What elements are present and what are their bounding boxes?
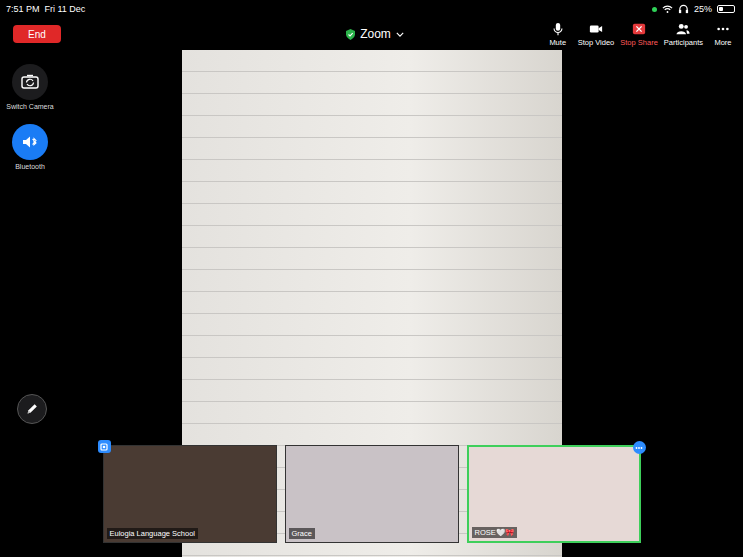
toolbar-action[interactable]: Participants: [664, 22, 703, 47]
shield-icon: [346, 29, 355, 40]
participant-name: Eulogia Language School: [107, 528, 199, 539]
more-icon: [716, 22, 730, 36]
pin-badge-icon[interactable]: [98, 440, 111, 453]
wifi-icon: [662, 4, 673, 14]
headphones-icon: [678, 4, 689, 14]
switch-camera-icon: [20, 72, 40, 92]
battery-percent: 25%: [694, 4, 712, 14]
tile-menu-badge-icon[interactable]: [633, 441, 646, 454]
toolbar: End Zoom Mute Stop Video Stop Share Part…: [0, 18, 743, 50]
toolbar-action[interactable]: More: [709, 22, 737, 47]
participants-icon: [676, 22, 690, 36]
video-camera-icon: [589, 22, 603, 36]
video-strip: Eulogia Language School Grace ROSE🤍🎀: [0, 445, 743, 543]
annotate-button[interactable]: [17, 394, 47, 424]
side-control[interactable]: Switch Camera: [10, 64, 50, 110]
status-date: Fri 11 Dec: [45, 4, 86, 14]
header: 7:51 PM Fri 11 Dec 25% End Zoom Mute Sto…: [0, 0, 743, 50]
zoom-screen: 7:51 PM Fri 11 Dec 25% End Zoom Mute Sto…: [0, 0, 743, 557]
side-controls: Switch Camera Bluetooth: [10, 64, 50, 170]
participant-name: Grace: [289, 528, 315, 539]
participant-tile[interactable]: Eulogia Language School: [103, 445, 277, 543]
toolbar-action[interactable]: Stop Video: [578, 22, 615, 47]
camera-indicator-icon: [652, 7, 657, 12]
participant-tile[interactable]: ROSE🤍🎀: [467, 445, 641, 543]
microphone-icon: [551, 22, 565, 36]
toolbar-action[interactable]: Stop Share: [620, 22, 658, 47]
stop-share-icon: [632, 22, 646, 36]
status-bar: 7:51 PM Fri 11 Dec 25%: [0, 0, 743, 18]
speaker-bluetooth-icon: [20, 132, 40, 152]
meeting-stage: Switch Camera Bluetooth Eulogia Language…: [0, 50, 743, 557]
status-time: 7:51 PM: [6, 4, 40, 14]
toolbar-action[interactable]: Mute: [544, 22, 572, 47]
meeting-title[interactable]: Zoom: [346, 27, 404, 41]
participant-tile[interactable]: Grace: [285, 445, 459, 543]
pencil-icon: [25, 402, 39, 416]
battery-icon: [717, 5, 735, 13]
end-button[interactable]: End: [13, 25, 61, 43]
side-control[interactable]: Bluetooth: [10, 124, 50, 170]
chevron-down-icon: [396, 32, 404, 37]
participant-name: ROSE🤍🎀: [472, 527, 517, 538]
